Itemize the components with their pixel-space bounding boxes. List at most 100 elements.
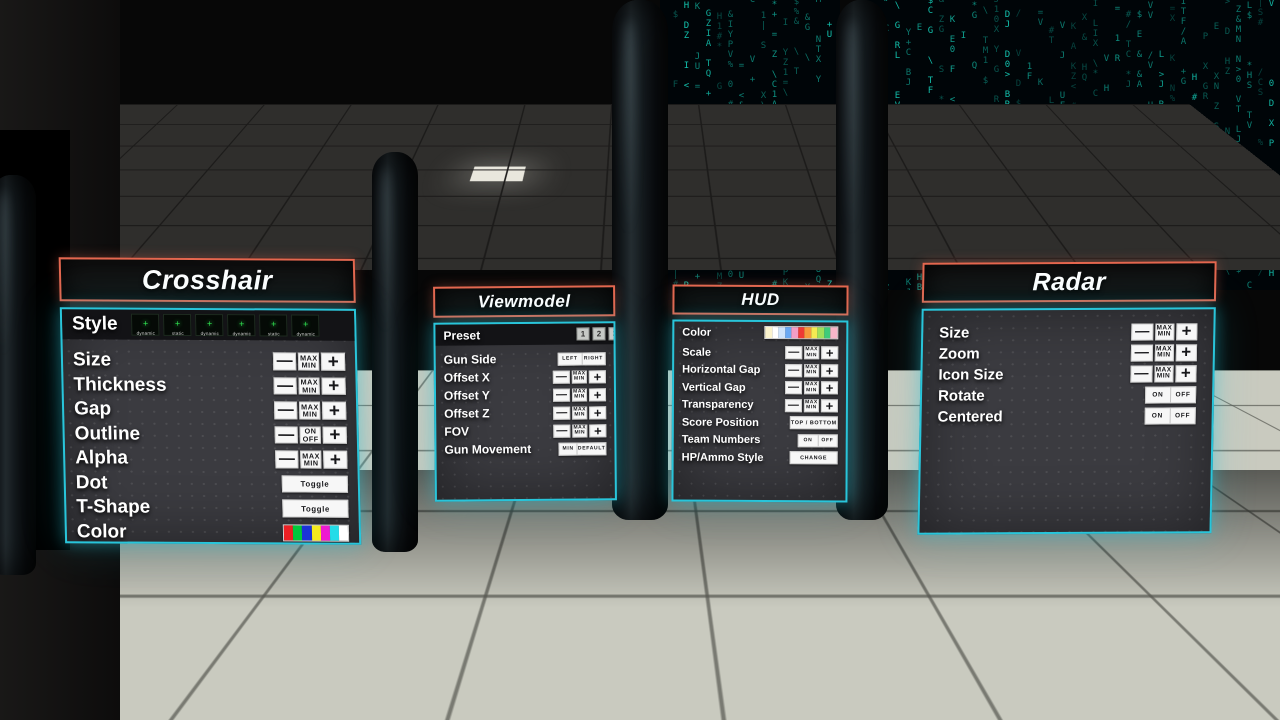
panel-viewmodel: Viewmodel Preset 123 Gun Side LEFT RIGHT Of… bbox=[433, 285, 617, 502]
stepper-control[interactable]: — MAX MIN + bbox=[553, 406, 606, 419]
color-swatch[interactable] bbox=[302, 526, 311, 541]
decrement-button[interactable]: — bbox=[553, 406, 570, 419]
preset-button-1[interactable]: 1 bbox=[576, 327, 589, 340]
setting-label: Zoom bbox=[939, 345, 980, 362]
decrement-button[interactable]: — bbox=[785, 364, 802, 377]
range-indicator: MAX MIN bbox=[299, 402, 320, 420]
color-swatch[interactable] bbox=[320, 526, 329, 541]
toggle-option-group[interactable]: MIN DEFAULT bbox=[558, 442, 606, 455]
option-default[interactable]: DEFAULT bbox=[577, 443, 606, 454]
increment-button[interactable]: + bbox=[589, 406, 606, 419]
increment-button[interactable]: + bbox=[322, 377, 346, 395]
stepper-control[interactable]: — MAX MIN + bbox=[553, 388, 606, 401]
decrement-button[interactable]: — bbox=[785, 399, 802, 412]
stepper-control[interactable]: — MAX MIN + bbox=[273, 377, 346, 395]
setting-label: Score Position bbox=[682, 416, 759, 428]
decrement-button[interactable]: — bbox=[1131, 345, 1153, 361]
crosshair-style-thumb[interactable]: + static bbox=[163, 314, 192, 336]
decrement-button[interactable]: — bbox=[1131, 324, 1153, 340]
increment-button[interactable]: + bbox=[821, 381, 838, 394]
crosshair-style-thumb[interactable]: + dynamic bbox=[291, 315, 320, 337]
stepper-control[interactable]: — MAX MIN + bbox=[273, 352, 346, 370]
crosshair-style-caption: static bbox=[261, 331, 287, 336]
action-button[interactable]: Toggle bbox=[282, 499, 348, 517]
increment-button[interactable]: + bbox=[323, 426, 347, 444]
increment-button[interactable]: + bbox=[589, 424, 606, 437]
option-on[interactable]: ON bbox=[1146, 388, 1170, 402]
color-swatch[interactable] bbox=[330, 526, 339, 541]
action-button[interactable]: TOP / BOTTOM bbox=[790, 416, 838, 429]
toggle-option-group[interactable]: ON OFF bbox=[798, 434, 838, 447]
crosshair-style-thumb[interactable]: + static bbox=[259, 314, 288, 336]
stepper-control[interactable]: — MAX MIN + bbox=[275, 450, 348, 468]
crosshair-preview-icon: + bbox=[239, 320, 244, 329]
increment-button[interactable]: + bbox=[1175, 345, 1197, 361]
option-left[interactable]: LEFT bbox=[559, 353, 582, 364]
color-swatch[interactable] bbox=[339, 526, 348, 541]
option-off[interactable]: OFF bbox=[1169, 409, 1194, 423]
decrement-button[interactable]: — bbox=[553, 388, 570, 401]
decrement-button[interactable]: — bbox=[553, 424, 570, 437]
color-swatch[interactable] bbox=[311, 526, 320, 541]
stepper-control[interactable]: — MAX MIN + bbox=[553, 424, 606, 437]
hud-color-swatches[interactable] bbox=[764, 326, 838, 339]
stepper-control[interactable]: — MAX MIN + bbox=[785, 364, 838, 377]
increment-button[interactable]: + bbox=[1176, 324, 1198, 340]
crosshair-style-thumb[interactable]: + dynamic bbox=[195, 314, 224, 336]
setting-label: Thickness bbox=[73, 374, 166, 396]
setting-label: Size bbox=[73, 349, 112, 371]
crosshair-style-thumbs[interactable]: + dynamic + static + dynamic + dynamic + static + d… bbox=[131, 314, 320, 337]
decrement-button[interactable]: — bbox=[553, 370, 570, 383]
stepper-control[interactable]: — MAX MIN + bbox=[1130, 366, 1196, 383]
setting-label: Scale bbox=[682, 346, 711, 358]
setting-row: Gap — MAX MIN + bbox=[64, 398, 357, 422]
setting-row: Alpha — MAX MIN + bbox=[65, 447, 358, 471]
action-button[interactable]: CHANGE bbox=[790, 451, 838, 464]
increment-button[interactable]: + bbox=[321, 353, 345, 371]
toggle-option-group[interactable]: LEFT RIGHT bbox=[558, 352, 606, 365]
stepper-control[interactable]: — MAX MIN + bbox=[1131, 345, 1197, 362]
stepper-control[interactable]: — ON OFF + bbox=[274, 426, 347, 444]
decrement-button[interactable]: — bbox=[273, 377, 297, 395]
stepper-control[interactable]: — MAX MIN + bbox=[274, 401, 347, 419]
increment-button[interactable]: + bbox=[821, 364, 838, 377]
stepper-control[interactable]: — MAX MIN + bbox=[785, 346, 838, 359]
stepper-control[interactable]: — MAX MIN + bbox=[785, 381, 838, 394]
increment-button[interactable]: + bbox=[821, 399, 838, 412]
viewmodel-preset-buttons[interactable]: 123 bbox=[576, 327, 617, 340]
decrement-button[interactable]: — bbox=[273, 352, 297, 370]
color-swatch[interactable] bbox=[284, 526, 293, 541]
action-button[interactable]: Toggle bbox=[282, 475, 348, 493]
decrement-button[interactable]: — bbox=[1130, 366, 1152, 382]
option-right[interactable]: RIGHT bbox=[581, 353, 605, 364]
toggle-option-group[interactable]: ON OFF bbox=[1145, 387, 1197, 404]
stepper-control[interactable]: — MAX MIN + bbox=[785, 399, 838, 412]
option-on[interactable]: ON bbox=[1145, 409, 1169, 423]
decrement-button[interactable]: — bbox=[785, 381, 802, 394]
preset-button-2[interactable]: 2 bbox=[592, 327, 605, 340]
increment-button[interactable]: + bbox=[322, 402, 346, 420]
stepper-control[interactable]: — MAX MIN + bbox=[1131, 324, 1197, 341]
option-off[interactable]: OFF bbox=[817, 435, 837, 446]
increment-button[interactable]: + bbox=[1175, 366, 1197, 382]
crosshair-style-thumb[interactable]: + dynamic bbox=[131, 314, 160, 336]
option-min[interactable]: MIN bbox=[559, 443, 577, 454]
decrement-button[interactable]: — bbox=[274, 426, 298, 444]
option-off[interactable]: OFF bbox=[1170, 388, 1195, 402]
color-swatches[interactable] bbox=[283, 525, 349, 542]
stepper-control[interactable]: — MAX MIN + bbox=[553, 370, 606, 383]
increment-button[interactable]: + bbox=[589, 388, 606, 401]
color-swatch[interactable] bbox=[831, 327, 838, 338]
option-on[interactable]: ON bbox=[799, 435, 818, 446]
viewmodel-preset-row: Preset 123 bbox=[435, 323, 617, 346]
decrement-button[interactable]: — bbox=[274, 401, 298, 419]
crosshair-style-thumb[interactable]: + dynamic bbox=[227, 314, 256, 336]
increment-button[interactable]: + bbox=[323, 451, 347, 469]
increment-button[interactable]: + bbox=[821, 346, 838, 359]
setting-row: Zoom — MAX MIN + bbox=[923, 344, 1213, 363]
toggle-option-group[interactable]: ON OFF bbox=[1144, 408, 1196, 425]
decrement-button[interactable]: — bbox=[275, 450, 299, 468]
decrement-button[interactable]: — bbox=[785, 346, 802, 359]
increment-button[interactable]: + bbox=[589, 370, 606, 383]
color-swatch[interactable] bbox=[293, 526, 302, 541]
